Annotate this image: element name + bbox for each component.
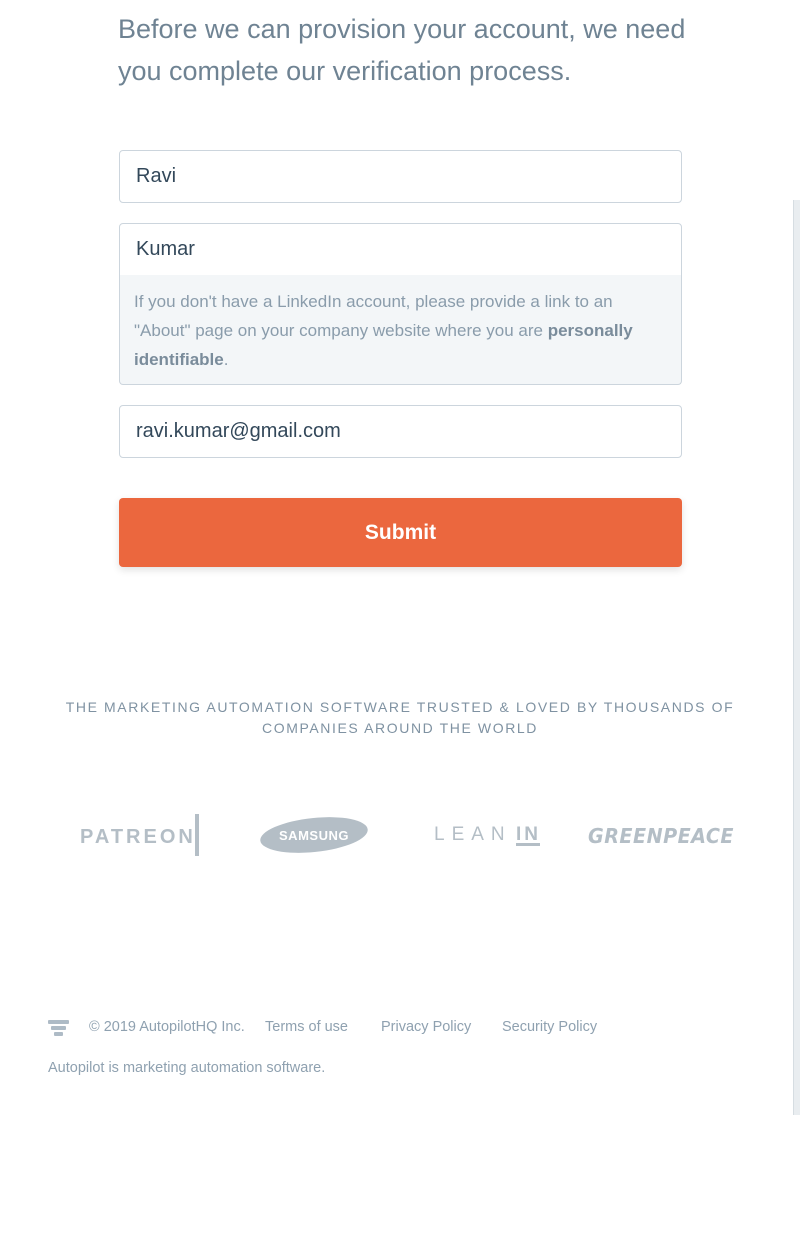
- leanin-logo-text-lean: LEAN: [434, 824, 512, 845]
- hint-suffix: .: [223, 350, 229, 369]
- intro-heading: Before we can provision your account, we…: [118, 14, 686, 86]
- linkedin-hint: If you don't have a LinkedIn account, pl…: [119, 275, 682, 385]
- samsung-logo-text: SAMSUNG: [279, 828, 349, 843]
- greenpeace-logo: GREENPEACE: [588, 824, 734, 848]
- patreon-logo-bar: [195, 814, 199, 856]
- footer-tagline: Autopilot is marketing automation softwa…: [48, 1060, 326, 1076]
- greenpeace-logo-text: GREENPEACE: [588, 824, 734, 848]
- terms-of-use-link[interactable]: Terms of use: [265, 1017, 348, 1037]
- hint-text: If you don't have a LinkedIn account, pl…: [134, 292, 613, 340]
- first-name-input[interactable]: [119, 150, 682, 203]
- leanin-logo-text-in: IN: [516, 824, 541, 845]
- scrollbar[interactable]: [793, 200, 800, 1115]
- trusted-by-heading: THE MARKETING AUTOMATION SOFTWARE TRUSTE…: [65, 699, 735, 736]
- patreon-logo: PATREON: [80, 814, 199, 856]
- privacy-policy-link[interactable]: Privacy Policy: [381, 1017, 471, 1037]
- security-policy-link[interactable]: Security Policy: [502, 1017, 597, 1037]
- last-name-input[interactable]: [119, 223, 682, 276]
- autopilot-logo-icon[interactable]: [48, 1020, 69, 1036]
- samsung-logo: SAMSUNG: [260, 817, 368, 853]
- patreon-logo-text: PATREON: [80, 826, 196, 848]
- submit-button[interactable]: Submit: [119, 498, 682, 567]
- email-input[interactable]: [119, 405, 682, 458]
- copyright-text: © 2019 AutopilotHQ Inc.: [89, 1019, 245, 1035]
- leanin-logo: LEAN IN: [434, 824, 541, 846]
- leanin-logo-underline: [516, 843, 540, 846]
